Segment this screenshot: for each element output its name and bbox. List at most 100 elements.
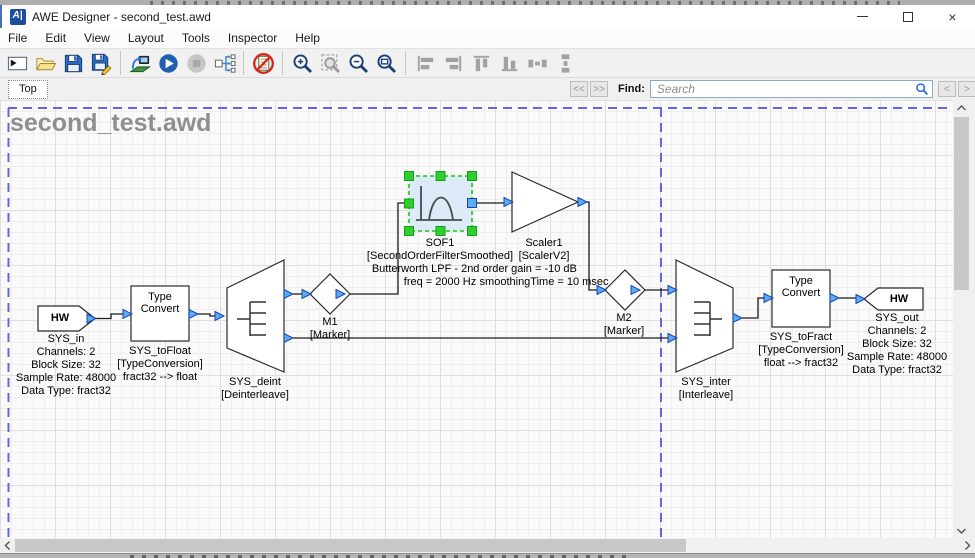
- block-caption-sys-tofract: SYS_toFract [TypeConversion] float --> f…: [758, 331, 844, 370]
- output-pin[interactable]: [468, 199, 477, 208]
- output-pin[interactable]: [284, 290, 293, 299]
- menu-item-view[interactable]: View: [75, 29, 119, 47]
- scroll-left-button[interactable]: [0, 538, 16, 553]
- block-sys-inter[interactable]: [668, 260, 742, 372]
- input-pin[interactable]: [215, 312, 224, 321]
- zoom-fit-button[interactable]: [372, 50, 400, 77]
- block-caption-sys-deint: SYS_deint [Deinterleave]: [221, 376, 289, 402]
- search-input[interactable]: [650, 80, 933, 98]
- distribute-horizontal-button[interactable]: [523, 50, 551, 77]
- scroll-down-button[interactable]: [953, 522, 970, 538]
- stop-button[interactable]: [182, 50, 210, 77]
- history-forward-button[interactable]: >>: [590, 81, 608, 97]
- connect-to-target-icon: [129, 52, 152, 75]
- canvas-right-margin: [970, 100, 975, 538]
- maximize-button[interactable]: [885, 5, 930, 28]
- align-right-button[interactable]: [439, 50, 467, 77]
- block-sys-deint[interactable]: [215, 260, 293, 372]
- find-next-button[interactable]: >: [958, 81, 975, 97]
- align-bottom-button[interactable]: [495, 50, 523, 77]
- new-design-button[interactable]: [3, 50, 31, 77]
- no-inspector-button[interactable]: [249, 50, 277, 77]
- chevron-left-icon: [0, 538, 16, 553]
- menu-item-layout[interactable]: Layout: [119, 29, 173, 47]
- new-design-icon: [6, 52, 29, 75]
- output-pin[interactable]: [284, 334, 293, 343]
- horizontal-scrollbar-thumb[interactable]: [15, 539, 686, 552]
- scroll-up-button[interactable]: [953, 100, 970, 116]
- caption-line: Sample Rate: 48000: [16, 372, 116, 385]
- design-canvas[interactable]: second_test.awd: [0, 100, 953, 538]
- horizontal-scrollbar[interactable]: [0, 538, 975, 553]
- distribute-vertical-button[interactable]: [551, 50, 579, 77]
- wire[interactable]: [198, 314, 215, 316]
- propagate-changes-button[interactable]: [210, 50, 238, 77]
- run-button[interactable]: [154, 50, 182, 77]
- zoom-to-selection-button[interactable]: [316, 50, 344, 77]
- zoom-to-selection-icon: [319, 52, 342, 75]
- input-pin[interactable]: [856, 295, 865, 304]
- align-right-icon: [442, 52, 465, 75]
- zoom-in-icon: [291, 52, 314, 75]
- search-box: [650, 80, 933, 98]
- toolbar-separator: [405, 51, 406, 75]
- chevron-down-icon: [953, 522, 970, 539]
- menu-item-tools[interactable]: Tools: [173, 29, 219, 47]
- stop-icon: [185, 52, 208, 75]
- toolbar: [0, 48, 975, 78]
- caption-line: Sample Rate: 48000: [847, 351, 947, 364]
- awe-designer-window: A| AWE Designer - second_test.awd × File…: [0, 0, 975, 558]
- vertical-scrollbar[interactable]: [953, 100, 970, 538]
- align-left-button[interactable]: [411, 50, 439, 77]
- output-pin[interactable]: [189, 310, 198, 319]
- minimize-button[interactable]: [840, 5, 885, 28]
- close-icon: ×: [948, 12, 956, 22]
- caption-line: [Marker]: [310, 329, 350, 342]
- align-top-icon: [470, 52, 493, 75]
- input-pin[interactable]: [302, 290, 311, 299]
- caption-line: [TypeConversion]: [117, 358, 203, 371]
- caption-line: [Deinterleave]: [221, 389, 289, 402]
- find-prev-button[interactable]: <: [938, 81, 956, 97]
- zoom-out-button[interactable]: [344, 50, 372, 77]
- block-shape-label-type-convert-2: Type Convert: [773, 275, 829, 299]
- wire[interactable]: [96, 314, 123, 319]
- connect-to-target-button[interactable]: [126, 50, 154, 77]
- menu-item-inspector[interactable]: Inspector: [219, 29, 286, 47]
- block-caption-scaler1: Scaler1 [ScalerV2] gain = -10 dB smoothi…: [480, 237, 609, 289]
- menubar: File Edit View Layout Tools Inspector He…: [0, 28, 975, 48]
- block-sof1-selected[interactable]: [405, 172, 477, 236]
- titlebar: A| AWE Designer - second_test.awd ×: [0, 5, 975, 28]
- tab-top[interactable]: Top: [8, 80, 48, 99]
- menu-item-edit[interactable]: Edit: [36, 29, 75, 47]
- output-pin[interactable]: [578, 198, 587, 207]
- menu-item-help[interactable]: Help: [286, 29, 329, 47]
- block-shape-label-hw-in: HW: [38, 312, 82, 324]
- output-pin[interactable]: [830, 294, 839, 303]
- app-logo-glyph: A|: [13, 10, 23, 21]
- distribute-horizontal-icon: [526, 52, 549, 75]
- align-top-button[interactable]: [467, 50, 495, 77]
- save-as-button[interactable]: [87, 50, 115, 77]
- menu-item-file[interactable]: File: [0, 29, 36, 47]
- caption-line: SYS_in: [16, 333, 116, 346]
- open-button[interactable]: [31, 50, 59, 77]
- window-controls: ×: [840, 5, 975, 28]
- vertical-scrollbar-thumb[interactable]: [954, 117, 969, 290]
- caption-line: Channels: 2: [847, 325, 947, 338]
- wire[interactable]: [742, 298, 764, 318]
- caption-line: [Marker]: [604, 325, 644, 338]
- scroll-right-button[interactable]: [959, 538, 975, 553]
- window-title: AWE Designer - second_test.awd: [32, 10, 211, 24]
- toolbar-separator: [120, 51, 121, 75]
- output-pin[interactable]: [733, 314, 742, 323]
- open-icon: [34, 52, 57, 75]
- history-back-button[interactable]: <<: [570, 81, 588, 97]
- block-scaler1[interactable]: [504, 172, 587, 232]
- close-button[interactable]: ×: [930, 5, 975, 28]
- save-button[interactable]: [59, 50, 87, 77]
- zoom-in-button[interactable]: [288, 50, 316, 77]
- toolbar-separator: [282, 51, 283, 75]
- block-m1[interactable]: [302, 274, 350, 314]
- caption-line: smoothingTime = 10 msec: [480, 276, 609, 289]
